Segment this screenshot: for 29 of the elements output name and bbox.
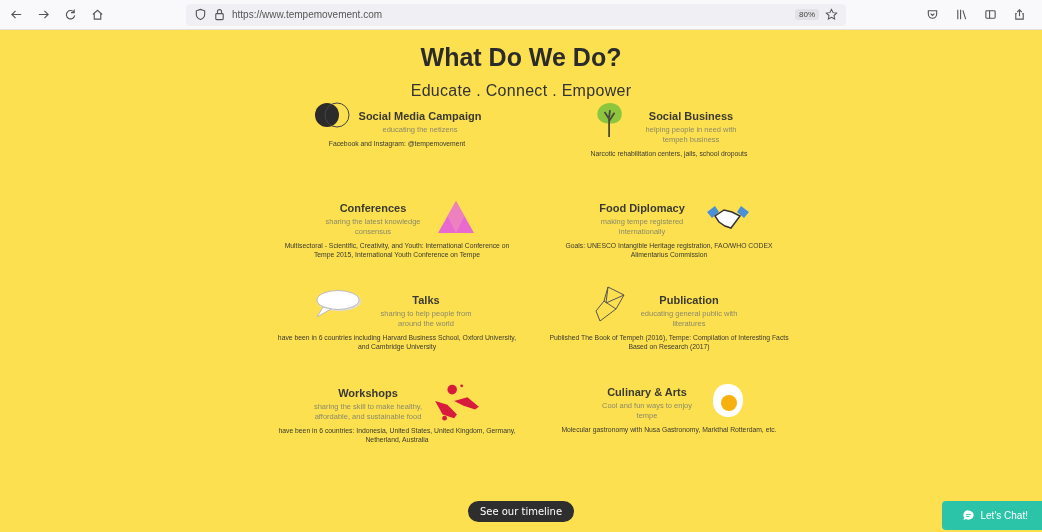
sidebar-icon[interactable] bbox=[984, 8, 997, 21]
pocket-icon[interactable] bbox=[926, 8, 939, 21]
lock-icon[interactable] bbox=[213, 8, 226, 21]
activity-title: Publication bbox=[659, 294, 719, 306]
home-icon[interactable] bbox=[91, 8, 104, 21]
geometric-outline-icon bbox=[594, 285, 626, 324]
timeline-button[interactable]: See our timeline bbox=[467, 501, 575, 522]
forward-icon[interactable] bbox=[37, 8, 50, 21]
tagline: Educate . Connect . Empower bbox=[410, 82, 632, 100]
back-icon[interactable] bbox=[10, 8, 23, 21]
triangle-icon bbox=[436, 199, 476, 236]
activity-title: Workshops bbox=[338, 386, 398, 399]
speech-bubble-icon bbox=[313, 289, 363, 320]
reload-icon[interactable] bbox=[64, 8, 77, 21]
activity-title: Culinary & Arts bbox=[607, 386, 687, 398]
activity-title: Food Diplomacy bbox=[599, 202, 685, 214]
share-icon[interactable] bbox=[1013, 8, 1026, 21]
page-heading: What Do We Do? bbox=[420, 43, 622, 72]
address-bar[interactable]: https://www.tempemovement.com 80% bbox=[186, 3, 846, 26]
chat-bubble-icon bbox=[961, 509, 975, 522]
activity-title: Conferences bbox=[339, 202, 407, 214]
activity-title: Social Media Campaign bbox=[358, 110, 482, 122]
url-text: https://www.tempemovement.com bbox=[232, 9, 383, 20]
activity-title: Talks bbox=[412, 294, 440, 306]
activity-title: Social Business bbox=[648, 110, 734, 122]
star-icon[interactable] bbox=[825, 8, 838, 21]
zoom-level[interactable]: 80% bbox=[795, 9, 819, 20]
shield-icon[interactable] bbox=[194, 8, 207, 21]
library-icon[interactable] bbox=[955, 8, 968, 21]
